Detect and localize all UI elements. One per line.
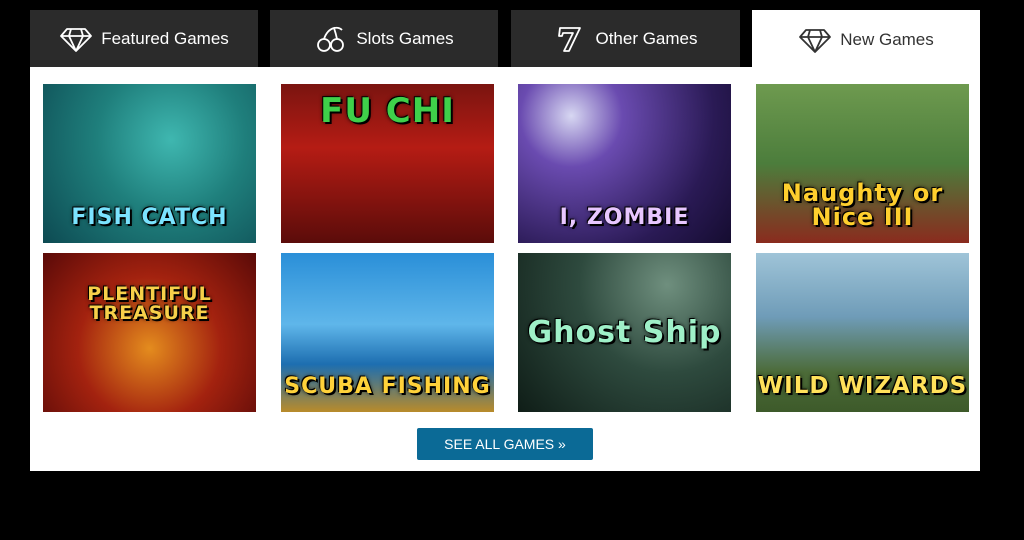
game-tile-fu-chi[interactable]: FU CHI — [281, 84, 494, 243]
game-title: SCUBA FISHING — [284, 374, 491, 399]
game-category-tabs: Featured Games Slots Games Other Games N… — [30, 10, 980, 70]
tab-label: Featured Games — [101, 28, 229, 48]
tab-label: Other Games — [595, 28, 698, 48]
tab-featured-games[interactable]: Featured Games — [30, 10, 258, 67]
tab-new-games[interactable]: New Games — [752, 10, 980, 70]
see-all-games-button[interactable]: SEE ALL GAMES » — [417, 428, 593, 460]
game-tile-naughty-or-nice-iii[interactable]: Naughty or Nice III — [756, 84, 969, 243]
cherries-icon — [314, 25, 348, 53]
tab-label: Slots Games — [356, 28, 454, 48]
tab-label: New Games — [840, 30, 934, 49]
diamond-icon — [798, 26, 832, 54]
game-title: PLENTIFUL TREASURE — [87, 283, 212, 324]
game-tile-ghost-ship[interactable]: Ghost Ship — [518, 253, 731, 412]
game-title: Naughty or Nice III — [781, 179, 944, 231]
game-tile-scuba-fishing[interactable]: SCUBA FISHING — [281, 253, 494, 412]
game-thumbnail — [43, 253, 256, 412]
game-tile-wild-wizards[interactable]: WILD WIZARDS — [756, 253, 969, 412]
game-title: FU CHI — [320, 91, 455, 131]
game-title: I, ZOMBIE — [559, 205, 690, 230]
game-grid: FISH CATCH FU CHI I, ZOMBIE Naughty or N… — [30, 67, 980, 471]
game-tile-fish-catch[interactable]: FISH CATCH — [43, 84, 256, 243]
tab-slots-games[interactable]: Slots Games — [270, 10, 498, 67]
game-title: WILD WIZARDS — [757, 373, 968, 399]
lucky-seven-icon — [553, 25, 587, 53]
game-title: Ghost Ship — [527, 314, 722, 350]
tab-other-games[interactable]: Other Games — [511, 10, 740, 67]
game-title: FISH CATCH — [71, 205, 228, 230]
diamond-icon — [59, 25, 93, 53]
new-games-panel: FISH CATCH FU CHI I, ZOMBIE Naughty or N… — [30, 67, 980, 471]
game-tile-plentiful-treasure[interactable]: PLENTIFUL TREASURE — [43, 253, 256, 412]
game-tile-i-zombie[interactable]: I, ZOMBIE — [518, 84, 731, 243]
